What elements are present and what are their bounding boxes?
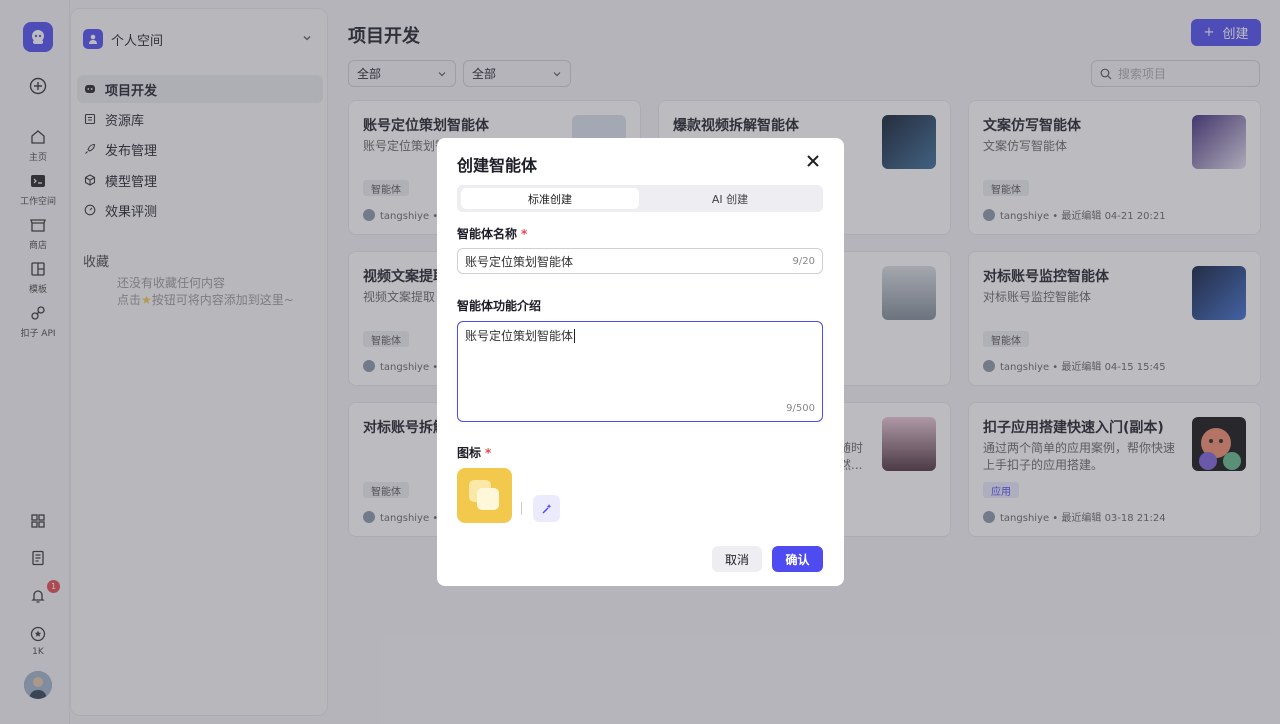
name-label: 智能体名称 * [457,225,527,242]
ai-generate-icon-button[interactable] [533,495,560,522]
cancel-button[interactable]: 取消 [712,546,762,572]
agent-desc-textarea[interactable]: 账号定位策划智能体 9/500 [457,321,823,422]
close-icon[interactable] [806,154,820,168]
create-mode-tabs: 标准创建 AI 创建 [457,185,823,212]
name-label-text: 智能体名称 [457,227,518,241]
agent-name-value: 账号定位策划智能体 [465,254,574,269]
sparkle-icon [541,503,551,514]
agent-name-input[interactable]: 账号定位策划智能体 9/20 [457,248,823,274]
divider [521,502,522,515]
desc-char-counter: 9/500 [786,403,815,414]
agent-icon-preview[interactable] [457,468,512,523]
create-agent-dialog: 创建智能体 标准创建 AI 创建 智能体名称 * 账号定位策划智能体 9/20 智… [437,138,844,586]
tab-standard[interactable]: 标准创建 [461,188,639,209]
icon-label-text: 图标 [457,446,482,460]
name-char-counter: 9/20 [792,255,815,267]
tab-ai[interactable]: AI 创建 [641,188,819,209]
required-mark: * [485,446,492,460]
desc-label: 智能体功能介绍 [457,299,542,313]
agent-desc-value: 账号定位策划智能体 [465,329,574,343]
icon-label: 图标 * [457,444,491,461]
dialog-title: 创建智能体 [457,156,538,175]
required-mark: * [521,227,528,241]
confirm-button[interactable]: 确认 [772,546,823,572]
text-cursor [574,329,576,343]
